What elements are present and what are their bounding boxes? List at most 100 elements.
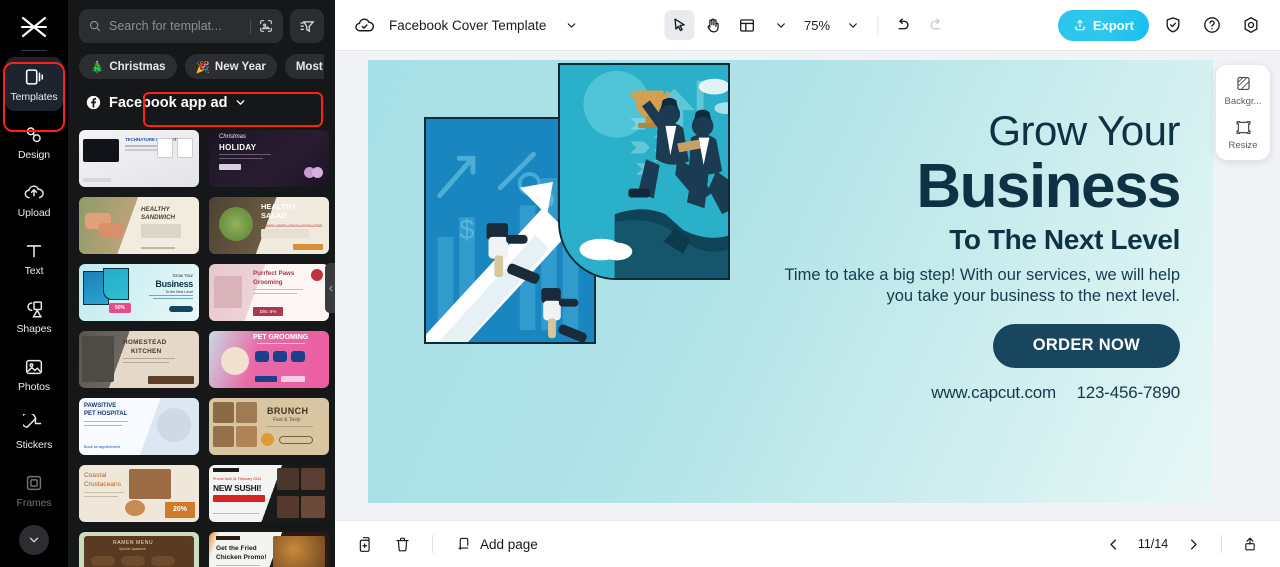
template-thumbnail[interactable]: Grow Your Business To the Next Level 50% — [79, 264, 199, 321]
design-heading-big[interactable]: Business — [780, 154, 1181, 219]
page-navigation: 11/14 — [1099, 530, 1264, 558]
chip-label: Christmas — [109, 60, 166, 73]
sidebar-item-text[interactable]: Text — [5, 231, 63, 285]
design-canvas[interactable]: $ Grow Your Business To The Next Level T… — [368, 60, 1213, 503]
template-title: TECHNATURE LIVE EDITION — [125, 137, 185, 142]
add-page-label: Add page — [480, 536, 538, 552]
design-contact-line[interactable]: www.capcut.com 123-456-7890 — [780, 383, 1180, 403]
search-divider — [250, 18, 251, 34]
category-chip-row: 🎄 Christmas 🎉 New Year Most — [79, 54, 324, 79]
chip-christmas[interactable]: 🎄 Christmas — [79, 54, 177, 79]
export-label: Export — [1092, 17, 1134, 33]
sidebar-item-label: Stickers — [15, 438, 53, 451]
design-subheading[interactable]: To The Next Level — [780, 224, 1180, 256]
resize-label: Resize — [1228, 140, 1258, 151]
template-thumbnail[interactable]: HEALTHY SANDWICH — [79, 197, 199, 254]
chip-new-year[interactable]: 🎉 New Year — [184, 54, 277, 79]
sidebar-item-label: Templates — [10, 90, 58, 103]
order-now-button[interactable]: ORDER NOW — [992, 323, 1180, 368]
layout-tool-button[interactable] — [732, 10, 762, 40]
illustration-frame-front[interactable] — [558, 63, 730, 280]
canvas-right-panel: Backgr... Resize — [1216, 65, 1270, 160]
delete-page-button[interactable] — [388, 530, 416, 558]
select-tool-button[interactable] — [664, 10, 694, 40]
template-thumbnail[interactable]: PAWSITIVE PET HOSPITAL Book an appointme… — [79, 398, 199, 455]
template-thumbnail[interactable]: Promo Until 31 February 2024 NEW SUSHI! — [209, 465, 329, 522]
canvas-viewport[interactable]: $ Grow Your Business To The Next Level T… — [335, 51, 1280, 520]
bottom-divider — [1221, 535, 1222, 553]
redo-button[interactable] — [921, 10, 951, 40]
template-thumbnail[interactable]: PET GROOMING — [209, 331, 329, 388]
export-upload-icon — [1075, 19, 1085, 31]
document-title-dropdown[interactable] — [556, 10, 586, 40]
layout-dropdown-button[interactable] — [766, 10, 796, 40]
canvas-tools-group: 75% — [664, 10, 951, 40]
sidebar-item-upload[interactable]: Upload — [5, 173, 63, 227]
template-thumbnail[interactable]: TECHNATURE LIVE EDITION — [79, 130, 199, 187]
rail-expand-more-button[interactable] — [19, 525, 49, 555]
sidebar-item-design[interactable]: Design — [5, 115, 63, 169]
template-thumbnail[interactable]: HEALTHY SALAD \u2665\u2665\u2665\u2665\u… — [209, 197, 329, 254]
template-thumbnail[interactable]: Christmas HOLIDAY — [209, 130, 329, 187]
hand-tool-button[interactable] — [698, 10, 728, 40]
category-selector[interactable]: Facebook app ad — [79, 91, 261, 114]
document-title[interactable]: Facebook Cover Template — [389, 18, 546, 33]
sidebar-item-label: Design — [17, 148, 51, 161]
design-text-column: Grow Your Business To The Next Level Tim… — [780, 110, 1181, 403]
cloud-saved-icon[interactable] — [349, 10, 379, 40]
rail-divider — [21, 50, 47, 51]
sidebar-item-frames[interactable]: Frames — [5, 463, 63, 517]
help-circle-icon — [1204, 17, 1220, 33]
template-thumbnail[interactable]: Get the Fried Chicken Promo! Get Discoun… — [209, 532, 329, 567]
chevron-down-icon — [849, 22, 857, 28]
resize-icon — [1235, 120, 1251, 135]
capcut-logo-icon[interactable] — [14, 12, 54, 42]
chip-most[interactable]: Most — [284, 54, 324, 79]
chevron-left-icon — [328, 285, 332, 291]
left-tool-rail: Templates Design Upload Text Shapes Phot… — [0, 0, 68, 567]
sidebar-item-label: Frames — [16, 496, 52, 509]
zoom-level-value[interactable]: 75% — [800, 18, 834, 33]
chevron-left-icon — [1109, 539, 1116, 549]
template-grid: TECHNATURE LIVE EDITION Christmas HOLIDA… — [79, 130, 329, 567]
template-thumbnail[interactable]: Purrfect Paws Grooming Disc 6% — [209, 264, 329, 321]
sidebar-item-photos[interactable]: Photos — [5, 347, 63, 401]
sidebar-item-stickers[interactable]: Stickers — [5, 405, 63, 459]
background-label: Backgr... — [1224, 96, 1262, 107]
duplicate-page-button[interactable] — [351, 530, 379, 558]
resize-button[interactable]: Resize — [1217, 118, 1269, 151]
redo-icon — [929, 18, 941, 30]
background-button[interactable]: Backgr... — [1217, 74, 1269, 107]
top-toolbar: Facebook Cover Template 75% Export — [335, 0, 1280, 51]
help-button[interactable] — [1197, 10, 1227, 40]
template-thumbnail[interactable]: RAMEN MENU Special Japanese — [79, 532, 199, 567]
capcut-editor-window: Templates Design Upload Text Shapes Phot… — [0, 0, 1280, 567]
filter-button[interactable] — [290, 9, 324, 43]
next-page-button[interactable] — [1179, 530, 1207, 558]
sidebar-item-shapes[interactable]: Shapes — [5, 289, 63, 343]
sidebar-item-templates[interactable]: Templates — [5, 57, 63, 111]
design-heading-small[interactable]: Grow Your — [780, 110, 1180, 152]
add-page-icon — [458, 537, 469, 551]
shield-check-button[interactable] — [1158, 10, 1188, 40]
template-thumbnail[interactable]: BRUNCH Fast & Tasty — [209, 398, 329, 455]
undo-button[interactable] — [887, 10, 917, 40]
zoom-dropdown-button[interactable] — [838, 10, 868, 40]
panel-collapse-handle[interactable] — [325, 263, 335, 313]
search-icon — [89, 20, 101, 32]
template-thumbnail[interactable]: Coastal Crustaceans 20% — [79, 465, 199, 522]
previous-page-button[interactable] — [1099, 530, 1127, 558]
template-thumbnail[interactable]: HOMESTEAD KITCHEN — [79, 331, 199, 388]
design-phone: 123-456-7890 — [1076, 382, 1181, 402]
chevron-down-icon — [777, 22, 785, 28]
design-body-text[interactable]: Time to take a big step! With our servic… — [780, 265, 1180, 307]
search-input[interactable]: Search for templat... — [79, 9, 283, 43]
chip-label: New Year — [214, 60, 266, 73]
templates-panel-header: Search for templat... 🎄 Christmas 🎉 New … — [68, 0, 335, 114]
add-page-button[interactable]: Add page — [449, 531, 544, 557]
export-page-button[interactable] — [1236, 530, 1264, 558]
image-search-icon[interactable] — [258, 18, 274, 34]
export-button[interactable]: Export — [1057, 9, 1149, 41]
settings-button[interactable] — [1236, 10, 1266, 40]
toolbar-right-group: Export — [1057, 9, 1266, 41]
